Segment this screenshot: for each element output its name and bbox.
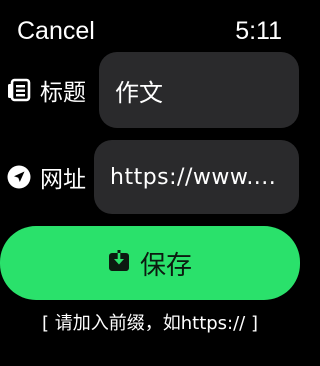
title-input[interactable]: 作文 xyxy=(99,52,299,128)
save-button[interactable]: 保存 xyxy=(0,226,300,300)
clock: 5:11 xyxy=(235,17,282,45)
title-field-row: 标题 作文 xyxy=(0,52,300,128)
url-field-label-group: 网址 xyxy=(6,140,86,214)
url-field-label: 网址 xyxy=(40,167,86,193)
status-bar: Cancel 5:11 xyxy=(0,0,300,60)
title-field-label-group: 标题 xyxy=(6,52,86,128)
hint-text: [ 请加入前缀，如https:// ] xyxy=(41,313,258,334)
title-input-value: 作文 xyxy=(115,78,163,107)
url-input[interactable]: https://www.... xyxy=(94,140,299,214)
cancel-button[interactable]: Cancel xyxy=(17,16,95,46)
download-icon xyxy=(108,250,130,276)
location-arrow-icon xyxy=(6,164,32,190)
url-field-row: 网址 https://www.... xyxy=(0,140,300,214)
title-field-label: 标题 xyxy=(40,80,86,106)
document-list-icon xyxy=(6,77,32,103)
save-button-label: 保存 xyxy=(139,250,192,281)
url-input-value: https://www.... xyxy=(110,164,277,190)
